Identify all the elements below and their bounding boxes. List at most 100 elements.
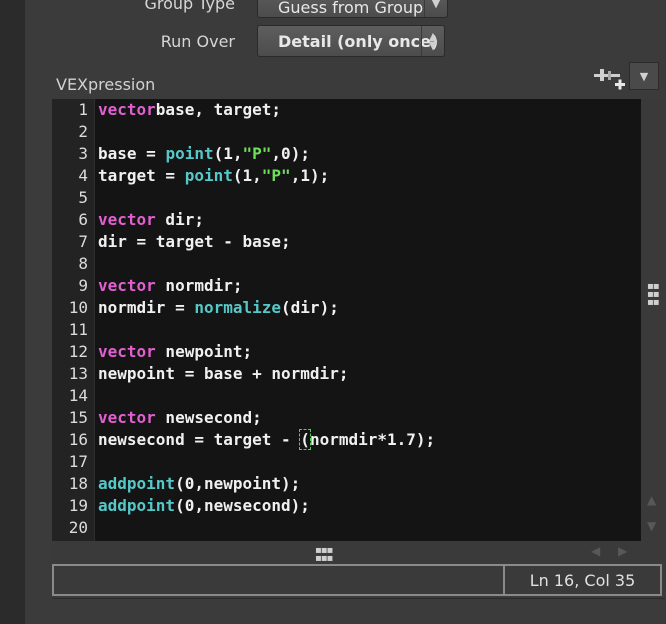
code-token: target =: [98, 166, 185, 185]
vertical-scrollbar[interactable]: ▪▪ ▪▪ ▪▪ ▲ ▼: [641, 99, 665, 541]
function-token: normalize: [194, 298, 282, 317]
code-line[interactable]: 15 vector newsecond;: [52, 407, 641, 429]
code-line[interactable]: 5: [52, 187, 641, 209]
code-token: dir = target - base;: [98, 232, 291, 251]
function-token: addpoint: [98, 496, 176, 515]
code-text: vector normdir;: [98, 275, 243, 297]
code-lines: 1 vectorbase, target; 2 3 base = point(1,"P"…: [52, 99, 641, 539]
code-line[interactable]: 4 target = point(1,"P",1);: [52, 165, 641, 187]
scroll-left-icon[interactable]: ◀: [591, 544, 600, 558]
run-over-value: Detail (only once): [278, 32, 439, 51]
horizontal-scrollbar[interactable]: ▪▪▪ ▪▪▪ ◀ ▶: [52, 541, 665, 564]
line-number: 15: [68, 408, 88, 427]
code-token: normdir*1.7);: [309, 430, 436, 449]
string-token: "P": [242, 144, 272, 163]
channel-add-icon[interactable]: [592, 64, 626, 94]
code-line[interactable]: 7 dir = target - base;: [52, 231, 641, 253]
code-line[interactable]: 13 newpoint = base + normdir;: [52, 363, 641, 385]
scroll-down-icon[interactable]: ▼: [647, 519, 656, 533]
run-over-label: Run Over: [160, 32, 235, 51]
code-token: normdir =: [98, 298, 195, 317]
code-text: target = point(1,"P",1);: [98, 165, 329, 187]
line-number: 20: [68, 518, 88, 537]
line-number: 10: [68, 298, 88, 317]
line-number: 3: [78, 144, 88, 163]
code-line[interactable]: 17: [52, 451, 641, 473]
group-type-value: Guess from Group: [278, 0, 424, 17]
code-line[interactable]: 6 vector dir;: [52, 209, 641, 231]
code-token: ,0);: [271, 144, 310, 163]
code-text: vector dir;: [98, 209, 204, 231]
code-text: addpoint(0,newpoint);: [98, 473, 300, 495]
code-line[interactable]: 9 vector normdir;: [52, 275, 641, 297]
code-text: newpoint = base + normdir;: [98, 363, 348, 385]
code-text: addpoint(0,newsecond);: [98, 495, 310, 517]
code-line[interactable]: 18 addpoint(0,newpoint);: [52, 473, 641, 495]
line-number: 9: [78, 276, 88, 295]
line-number: 4: [78, 166, 88, 185]
code-token: ,1);: [290, 166, 330, 185]
up-down-arrows-icon: ▲ ▼: [421, 26, 444, 56]
keyword-token: vector: [98, 408, 156, 427]
code-line[interactable]: 11: [52, 319, 641, 341]
text-cursor: (: [299, 429, 311, 450]
line-number: 6: [78, 210, 88, 229]
cursor-position: Ln 16, Col 35: [529, 570, 636, 590]
code-token: newpoint;: [155, 342, 253, 361]
code-token: base =: [98, 144, 166, 163]
chevron-down-icon: ▼: [424, 0, 447, 17]
code-token: newpoint = base + normdir;: [98, 364, 349, 383]
code-text: base = point(1,"P",0);: [98, 143, 310, 165]
code-line[interactable]: 12 vector newpoint;: [52, 341, 641, 363]
code-token: normdir;: [155, 276, 243, 295]
line-number: 18: [68, 474, 88, 493]
scroll-grip-icon: ▪▪▪▪▪▪: [315, 545, 333, 564]
keyword-token: vector: [98, 276, 156, 295]
code-token: (0,newsecond);: [175, 496, 310, 515]
code-line[interactable]: 19 addpoint(0,newsecond);: [52, 495, 641, 517]
scroll-grip-icon: ▪▪▪▪▪▪: [647, 281, 660, 308]
code-line[interactable]: 1 vectorbase, target;: [52, 99, 641, 121]
code-text: newsecond = target - (normdir*1.7);: [98, 429, 435, 451]
code-line[interactable]: 2: [52, 121, 641, 143]
group-type-label: Group Type: [144, 0, 235, 13]
left-panel-strip: [0, 0, 25, 624]
run-over-menu[interactable]: Detail (only once) ▲ ▼: [257, 25, 445, 57]
line-number: 1: [78, 100, 88, 119]
keyword-token: vector: [98, 342, 156, 361]
code-line[interactable]: 3 base = point(1,"P",0);: [52, 143, 641, 165]
line-number: 17: [68, 452, 88, 471]
code-line[interactable]: 20: [52, 517, 641, 539]
group-type-menu[interactable]: Guess from Group ▼: [257, 0, 448, 18]
line-number: 5: [78, 188, 88, 207]
parameter-panel: Group Type Guess from Group ▼ Run Over D…: [25, 0, 666, 624]
code-text: normdir = normalize(dir);: [98, 297, 339, 319]
code-token: newsecond;: [155, 408, 262, 427]
code-text: vectorbase, target;: [98, 99, 281, 121]
line-number: 12: [68, 342, 88, 361]
divider: [52, 598, 665, 599]
vex-code-editor[interactable]: 1 vectorbase, target; 2 3 base = point(1,"P"…: [52, 99, 641, 541]
string-token: "P": [261, 166, 291, 185]
code-token: (1,: [232, 166, 262, 185]
vexpression-label: VEXpression: [56, 75, 156, 94]
keyword-token: vector: [98, 100, 156, 119]
code-token: (1,: [213, 144, 243, 163]
line-number: 7: [78, 232, 88, 251]
function-token: point: [165, 144, 214, 163]
chevron-down-icon: ▼: [639, 69, 649, 83]
code-line[interactable]: 10 normdir = normalize(dir);: [52, 297, 641, 319]
line-number: 19: [68, 496, 88, 515]
line-number: 11: [68, 320, 88, 339]
code-line[interactable]: 16 newsecond = target - (normdir*1.7);: [52, 429, 641, 451]
code-text: vector newpoint;: [98, 341, 252, 363]
code-text: dir = target - base;: [98, 231, 291, 253]
code-token: (dir);: [281, 298, 339, 317]
code-line[interactable]: 14: [52, 385, 641, 407]
scroll-up-icon[interactable]: ▲: [647, 493, 656, 507]
vex-options-dropdown[interactable]: ▼: [629, 62, 659, 90]
function-token: point: [184, 166, 233, 185]
code-token: base, target;: [155, 100, 282, 119]
scroll-right-icon[interactable]: ▶: [618, 544, 627, 558]
code-line[interactable]: 8: [52, 253, 641, 275]
